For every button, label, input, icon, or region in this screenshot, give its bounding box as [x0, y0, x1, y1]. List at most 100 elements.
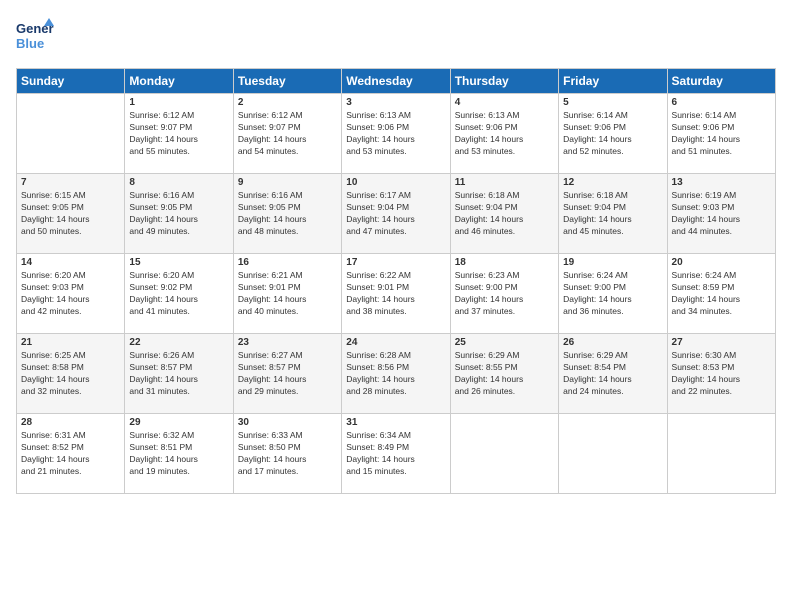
calendar-cell: 24 Sunrise: 6:28 AMSunset: 8:56 PMDayligh…	[342, 334, 450, 414]
col-header-wednesday: Wednesday	[342, 69, 450, 94]
day-number: 20	[672, 257, 771, 268]
day-info: Sunrise: 6:12 AMSunset: 9:07 PMDaylight:…	[129, 110, 228, 158]
col-header-monday: Monday	[125, 69, 233, 94]
calendar-cell: 31 Sunrise: 6:34 AMSunset: 8:49 PMDayligh…	[342, 414, 450, 494]
day-number: 22	[129, 337, 228, 348]
day-info: Sunrise: 6:29 AMSunset: 8:54 PMDaylight:…	[563, 350, 662, 398]
calendar-cell: 7Sunrise: 6:15 AMSunset: 9:05 PMDaylight…	[17, 174, 125, 254]
logo-svg: General Blue	[16, 16, 54, 58]
day-info: Sunrise: 6:34 AMSunset: 8:49 PMDaylight:…	[346, 430, 445, 478]
day-info: Sunrise: 6:26 AMSunset: 8:57 PMDaylight:…	[129, 350, 228, 398]
calendar-header-row: SundayMondayTuesdayWednesdayThursdayFrid…	[17, 69, 776, 94]
day-info: Sunrise: 6:24 AMSunset: 9:00 PMDaylight:…	[563, 270, 662, 318]
calendar-cell: 17 Sunrise: 6:22 AMSunset: 9:01 PMDayligh…	[342, 254, 450, 334]
day-info: Sunrise: 6:27 AMSunset: 8:57 PMDaylight:…	[238, 350, 337, 398]
calendar-cell: 11 Sunrise: 6:18 AMSunset: 9:04 PMDayligh…	[450, 174, 558, 254]
day-number: 21	[21, 337, 120, 348]
calendar-cell: 21Sunrise: 6:25 AMSunset: 8:58 PMDayligh…	[17, 334, 125, 414]
calendar-cell	[667, 414, 775, 494]
calendar-cell: 13Sunrise: 6:19 AMSunset: 9:03 PMDayligh…	[667, 174, 775, 254]
day-number: 4	[455, 97, 554, 108]
week-row-3: 14 Sunrise: 6:20 AMSunset: 9:03 PMDayligh…	[17, 254, 776, 334]
day-number: 5	[563, 97, 662, 108]
week-row-2: 7Sunrise: 6:15 AMSunset: 9:05 PMDaylight…	[17, 174, 776, 254]
calendar-cell: 5 Sunrise: 6:14 AMSunset: 9:06 PMDaylight…	[559, 94, 667, 174]
day-number: 24	[346, 337, 445, 348]
calendar-cell: 12 Sunrise: 6:18 AMSunset: 9:04 PMDayligh…	[559, 174, 667, 254]
day-info: Sunrise: 6:22 AMSunset: 9:01 PMDaylight:…	[346, 270, 445, 318]
day-info: Sunrise: 6:16 AMSunset: 9:05 PMDaylight:…	[238, 190, 337, 238]
day-number: 17	[346, 257, 445, 268]
day-info: Sunrise: 6:20 AMSunset: 9:02 PMDaylight:…	[129, 270, 228, 318]
calendar-cell: 10 Sunrise: 6:17 AMSunset: 9:04 PMDayligh…	[342, 174, 450, 254]
calendar-cell: 14 Sunrise: 6:20 AMSunset: 9:03 PMDayligh…	[17, 254, 125, 334]
calendar-cell: 23 Sunrise: 6:27 AMSunset: 8:57 PMDayligh…	[233, 334, 341, 414]
day-info: Sunrise: 6:17 AMSunset: 9:04 PMDaylight:…	[346, 190, 445, 238]
day-info: Sunrise: 6:14 AMSunset: 9:06 PMDaylight:…	[563, 110, 662, 158]
col-header-friday: Friday	[559, 69, 667, 94]
day-number: 28	[21, 417, 120, 428]
day-info: Sunrise: 6:33 AMSunset: 8:50 PMDaylight:…	[238, 430, 337, 478]
day-info: Sunrise: 6:24 AMSunset: 8:59 PMDaylight:…	[672, 270, 771, 318]
day-number: 6	[672, 97, 771, 108]
day-number: 15	[129, 257, 228, 268]
day-number: 23	[238, 337, 337, 348]
calendar-cell	[17, 94, 125, 174]
day-info: Sunrise: 6:32 AMSunset: 8:51 PMDaylight:…	[129, 430, 228, 478]
day-info: Sunrise: 6:14 AMSunset: 9:06 PMDaylight:…	[672, 110, 771, 158]
logo: General Blue	[16, 16, 54, 58]
day-number: 1	[129, 97, 228, 108]
week-row-4: 21Sunrise: 6:25 AMSunset: 8:58 PMDayligh…	[17, 334, 776, 414]
calendar-cell: 28 Sunrise: 6:31 AMSunset: 8:52 PMDayligh…	[17, 414, 125, 494]
day-info: Sunrise: 6:18 AMSunset: 9:04 PMDaylight:…	[563, 190, 662, 238]
col-header-thursday: Thursday	[450, 69, 558, 94]
day-number: 10	[346, 177, 445, 188]
calendar-cell: 19Sunrise: 6:24 AMSunset: 9:00 PMDayligh…	[559, 254, 667, 334]
day-number: 3	[346, 97, 445, 108]
day-number: 12	[563, 177, 662, 188]
week-row-1: 1 Sunrise: 6:12 AMSunset: 9:07 PMDaylight…	[17, 94, 776, 174]
day-info: Sunrise: 6:21 AMSunset: 9:01 PMDaylight:…	[238, 270, 337, 318]
day-info: Sunrise: 6:20 AMSunset: 9:03 PMDaylight:…	[21, 270, 120, 318]
day-number: 18	[455, 257, 554, 268]
col-header-saturday: Saturday	[667, 69, 775, 94]
calendar-cell	[559, 414, 667, 494]
day-info: Sunrise: 6:30 AMSunset: 8:53 PMDaylight:…	[672, 350, 771, 398]
calendar-cell: 2 Sunrise: 6:12 AMSunset: 9:07 PMDaylight…	[233, 94, 341, 174]
calendar-cell: 1 Sunrise: 6:12 AMSunset: 9:07 PMDaylight…	[125, 94, 233, 174]
day-number: 2	[238, 97, 337, 108]
svg-text:Blue: Blue	[16, 36, 44, 51]
day-info: Sunrise: 6:23 AMSunset: 9:00 PMDaylight:…	[455, 270, 554, 318]
day-number: 14	[21, 257, 120, 268]
week-row-5: 28 Sunrise: 6:31 AMSunset: 8:52 PMDayligh…	[17, 414, 776, 494]
day-info: Sunrise: 6:29 AMSunset: 8:55 PMDaylight:…	[455, 350, 554, 398]
day-number: 30	[238, 417, 337, 428]
calendar-table: SundayMondayTuesdayWednesdayThursdayFrid…	[16, 68, 776, 494]
calendar-cell: 8Sunrise: 6:16 AMSunset: 9:05 PMDaylight…	[125, 174, 233, 254]
col-header-tuesday: Tuesday	[233, 69, 341, 94]
day-info: Sunrise: 6:28 AMSunset: 8:56 PMDaylight:…	[346, 350, 445, 398]
day-info: Sunrise: 6:15 AMSunset: 9:05 PMDaylight:…	[21, 190, 120, 238]
day-number: 29	[129, 417, 228, 428]
day-info: Sunrise: 6:13 AMSunset: 9:06 PMDaylight:…	[455, 110, 554, 158]
calendar-cell: 16Sunrise: 6:21 AMSunset: 9:01 PMDayligh…	[233, 254, 341, 334]
calendar-cell: 6 Sunrise: 6:14 AMSunset: 9:06 PMDaylight…	[667, 94, 775, 174]
day-number: 26	[563, 337, 662, 348]
day-info: Sunrise: 6:12 AMSunset: 9:07 PMDaylight:…	[238, 110, 337, 158]
day-info: Sunrise: 6:18 AMSunset: 9:04 PMDaylight:…	[455, 190, 554, 238]
day-number: 31	[346, 417, 445, 428]
day-number: 27	[672, 337, 771, 348]
calendar-cell: 3 Sunrise: 6:13 AMSunset: 9:06 PMDaylight…	[342, 94, 450, 174]
day-info: Sunrise: 6:31 AMSunset: 8:52 PMDaylight:…	[21, 430, 120, 478]
calendar-cell: 27 Sunrise: 6:30 AMSunset: 8:53 PMDayligh…	[667, 334, 775, 414]
day-number: 25	[455, 337, 554, 348]
calendar-cell: 20 Sunrise: 6:24 AMSunset: 8:59 PMDayligh…	[667, 254, 775, 334]
day-info: Sunrise: 6:13 AMSunset: 9:06 PMDaylight:…	[346, 110, 445, 158]
calendar-cell: 18 Sunrise: 6:23 AMSunset: 9:00 PMDayligh…	[450, 254, 558, 334]
col-header-sunday: Sunday	[17, 69, 125, 94]
day-info: Sunrise: 6:16 AMSunset: 9:05 PMDaylight:…	[129, 190, 228, 238]
calendar-cell: 9Sunrise: 6:16 AMSunset: 9:05 PMDaylight…	[233, 174, 341, 254]
day-number: 11	[455, 177, 554, 188]
page-header: General Blue	[16, 16, 776, 58]
day-info: Sunrise: 6:19 AMSunset: 9:03 PMDaylight:…	[672, 190, 771, 238]
